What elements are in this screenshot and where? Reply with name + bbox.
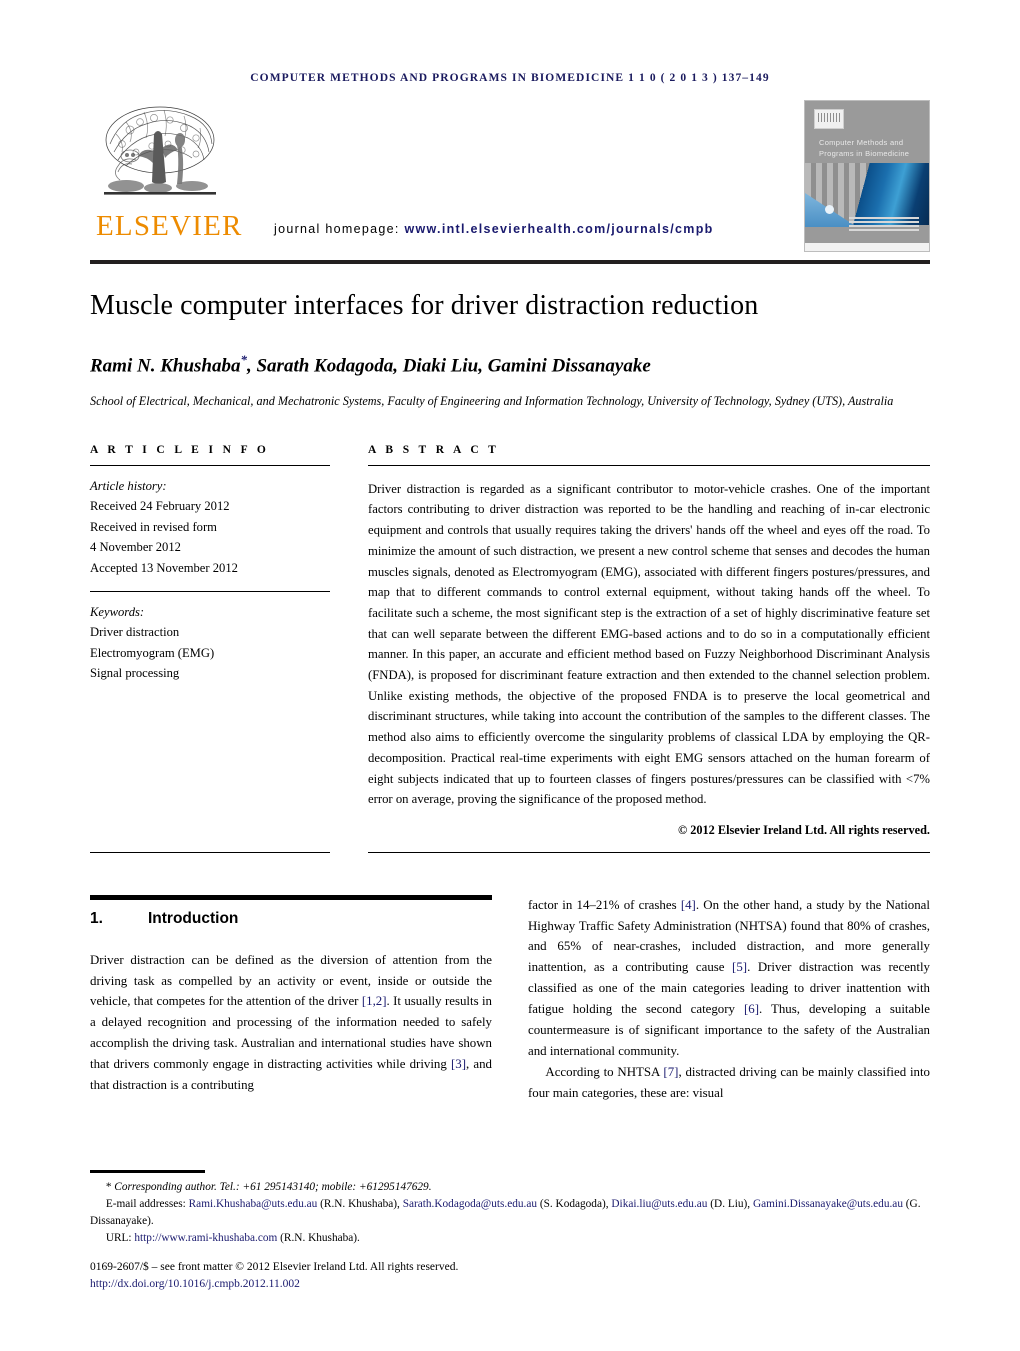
url-note: URL: http://www.rami-khushaba.com (R.N. … xyxy=(90,1230,930,1247)
email-link[interactable]: Rami.Khushaba@uts.edu.au xyxy=(189,1198,318,1210)
author-list: Rami N. Khushaba*, Sarath Kodagoda, Diak… xyxy=(90,352,930,377)
title-block: Muscle computer interfaces for driver di… xyxy=(90,290,930,410)
abstract-text: Driver distraction is regarded as a sign… xyxy=(368,481,930,807)
citation-ref[interactable]: [6] xyxy=(744,1002,759,1016)
cover-fine-print xyxy=(849,217,919,233)
email-owner: (R.N. Khushaba), xyxy=(320,1197,400,1210)
history-item: Accepted 13 November 2012 xyxy=(90,560,238,575)
history-item: Received 24 February 2012 xyxy=(90,499,230,514)
article-info-separator xyxy=(90,590,330,592)
introduction-paragraph-1-right: factor in 14–21% of crashes [4]. On the … xyxy=(528,895,930,1062)
article-info-column: A R T I C L E I N F O Article history: R… xyxy=(90,444,330,838)
body-column-right: factor in 14–21% of crashes [4]. On the … xyxy=(528,895,930,1104)
citation-ref[interactable]: [4] xyxy=(681,898,696,912)
citation-ref[interactable]: [7] xyxy=(663,1065,678,1079)
info-abstract-section: A R T I C L E I N F O Article history: R… xyxy=(90,444,930,838)
article-history-label: Article history: xyxy=(90,479,167,493)
footnote-marker: * xyxy=(105,1180,112,1193)
citation-ref[interactable]: [1,2] xyxy=(362,994,387,1008)
author-url-link[interactable]: http://www.rami-khushaba.com xyxy=(134,1232,277,1244)
author-names: Rami N. Khushaba xyxy=(90,355,241,377)
page-title: Muscle computer interfaces for driver di… xyxy=(90,290,759,321)
journal-cover-thumbnail: Computer Methods and Programs in Biomedi… xyxy=(804,100,930,252)
journal-homepage-line: journal homepage: www.intl.elsevierhealt… xyxy=(274,222,714,236)
masthead-rule xyxy=(90,260,930,264)
email-owner: (S. Kodagoda), xyxy=(539,1197,609,1210)
info-closing-rule xyxy=(90,851,330,853)
keyword-item: Electromyogram (EMG) xyxy=(90,645,215,660)
body-column-left: 1. Introduction Driver distraction can b… xyxy=(90,894,492,1104)
issn-copyright-line: 0169-2607/$ – see front matter © 2012 El… xyxy=(90,1260,459,1273)
abstract-copyright: © 2012 Elsevier Ireland Ltd. All rights … xyxy=(677,822,930,837)
email-owner: (D. Liu), xyxy=(710,1197,751,1210)
masthead: ELSEVIER journal homepage: www.intl.else… xyxy=(90,100,930,252)
url-label: URL: xyxy=(105,1231,132,1244)
email-label: E-mail addresses: xyxy=(105,1197,186,1210)
author-names-rest: , Sarath Kodagoda, Diaki Liu, Gamini Dis… xyxy=(246,355,651,377)
section-closing-rules xyxy=(90,851,930,853)
email-link[interactable]: Dikai.liu@uts.edu.au xyxy=(611,1198,707,1210)
paper-page: Computer methods and programs in biomedi… xyxy=(0,0,1020,1351)
journal-homepage-label: journal homepage: xyxy=(274,222,400,236)
url-owner: (R.N. Khushaba). xyxy=(280,1231,360,1244)
keywords-label: Keywords: xyxy=(90,604,145,619)
affiliation: School of Electrical, Mechanical, and Me… xyxy=(90,393,894,408)
corresponding-author-note: * Corresponding author. Tel.: +61 295143… xyxy=(90,1179,930,1196)
abstract-column: A B S T R A C T Driver distraction is re… xyxy=(368,444,930,838)
keyword-item: Driver distraction xyxy=(90,625,180,640)
elsevier-wordmark: ELSEVIER xyxy=(96,210,243,242)
journal-homepage-link[interactable]: www.intl.elsevierhealth.com/journals/cmp… xyxy=(404,222,713,236)
article-history: Article history: Received 24 February 20… xyxy=(90,476,330,578)
email-link[interactable]: Gamini.Dissanayake@uts.edu.au xyxy=(753,1198,903,1210)
abstract-heading: A B S T R A C T xyxy=(368,443,500,456)
abstract-rule xyxy=(368,464,930,466)
elsevier-logo: ELSEVIER xyxy=(96,100,241,250)
elsevier-mark-icon xyxy=(814,109,844,129)
corresponding-author-text: Corresponding author. Tel.: +61 29514314… xyxy=(114,1180,432,1193)
intro-text-d: factor in 14–21% of crashes xyxy=(528,897,681,912)
introduction-heading: 1. Introduction xyxy=(90,910,492,928)
introduction-paragraph-1-left: Driver distraction can be defined as the… xyxy=(90,950,492,1096)
email-link[interactable]: Sarath.Kodagoda@uts.edu.au xyxy=(403,1198,537,1210)
citation-ref[interactable]: [3] xyxy=(451,1057,466,1071)
citation-ref[interactable]: [5] xyxy=(732,960,747,974)
history-item: 4 November 2012 xyxy=(90,540,181,555)
email-addresses-note: E-mail addresses: Rami.Khushaba@uts.edu.… xyxy=(90,1196,930,1230)
cover-dot-icon xyxy=(825,205,834,214)
journal-cover-title: Computer Methods and Programs in Biomedi… xyxy=(819,138,910,159)
keywords-block: Keywords: Driver distraction Electromyog… xyxy=(90,602,330,684)
history-item: Received in revised form xyxy=(90,519,217,534)
running-head: Computer methods and programs in biomedi… xyxy=(250,72,770,84)
article-info-rule xyxy=(90,464,330,466)
doi-link[interactable]: http://dx.doi.org/10.1016/j.cmpb.2012.11… xyxy=(90,1276,930,1293)
introduction-rule xyxy=(90,894,492,900)
footnote-area: * Corresponding author. Tel.: +61 295143… xyxy=(90,1170,930,1293)
elsevier-tree-icon xyxy=(96,100,224,210)
cover-bottom-bar xyxy=(805,243,929,251)
introduction-paragraph-2: According to NHTSA [7], distracted drivi… xyxy=(528,1062,930,1104)
intro-text-h: According to NHTSA xyxy=(545,1064,664,1079)
body-columns: 1. Introduction Driver distraction can b… xyxy=(90,894,930,1104)
keyword-item: Signal processing xyxy=(90,666,180,681)
section-title: Introduction xyxy=(148,909,239,927)
article-info-heading: A R T I C L E I N F O xyxy=(90,443,270,456)
footnote-rule xyxy=(90,1170,205,1173)
abstract-closing-rule xyxy=(368,851,930,853)
section-number: 1. xyxy=(90,909,103,927)
